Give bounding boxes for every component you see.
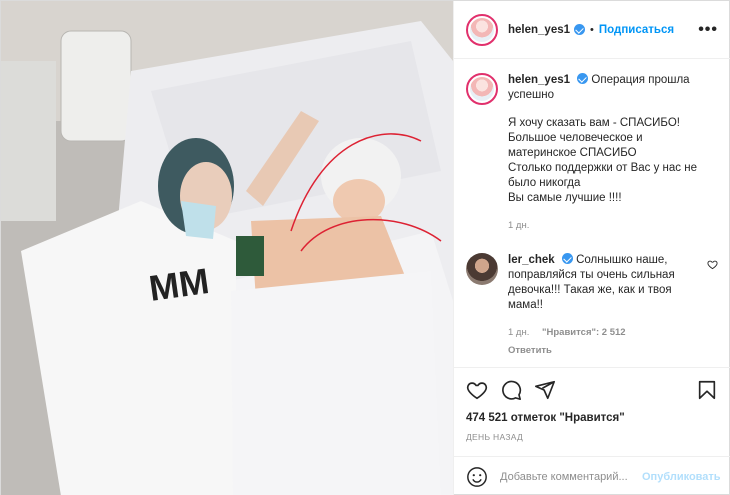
verified-icon bbox=[577, 73, 589, 84]
comment-input[interactable] bbox=[500, 470, 642, 483]
more-options-icon[interactable]: ••• bbox=[698, 21, 718, 39]
caption-line: Большое человеческое и материнское СПАСИ… bbox=[508, 132, 643, 159]
comment-likes[interactable]: "Нравится": 2 512 bbox=[542, 327, 626, 338]
reply-button[interactable]: Ответить bbox=[508, 343, 703, 358]
comment-item: ler_chek Солнышко наше, поправляйся ты о… bbox=[466, 253, 718, 358]
action-icons bbox=[466, 376, 718, 404]
caption-time[interactable]: 1 дн. bbox=[508, 220, 529, 231]
comment-time[interactable]: 1 дн. bbox=[508, 327, 529, 338]
share-icon[interactable] bbox=[534, 379, 556, 401]
caption-line: Столько поддержки от Вас у нас не было н… bbox=[508, 162, 697, 189]
verified-icon bbox=[574, 24, 586, 35]
comment-icon[interactable] bbox=[500, 379, 522, 401]
post-date[interactable]: День назад bbox=[466, 432, 718, 442]
comment-meta: 1 дн. "Нравится": 2 512 bbox=[508, 325, 703, 340]
caption-meta: 1 дн. bbox=[508, 218, 713, 233]
publish-button[interactable]: Опубликовать bbox=[642, 471, 721, 483]
post-header: helen_yes1 • Подписаться ••• bbox=[454, 1, 730, 59]
author-username[interactable]: helen_yes1 bbox=[508, 24, 570, 36]
photo-illustration: MM bbox=[1, 1, 453, 495]
caption-username[interactable]: helen_yes1 bbox=[508, 74, 570, 86]
post-photo[interactable]: MM bbox=[1, 1, 453, 495]
caption-line: Вы самые лучшие !!!! bbox=[508, 192, 622, 204]
heart-small-icon[interactable] bbox=[707, 259, 718, 270]
save-icon[interactable] bbox=[696, 379, 718, 401]
caption-avatar[interactable] bbox=[466, 73, 498, 105]
like-icon[interactable] bbox=[466, 379, 488, 401]
verified-icon bbox=[561, 253, 573, 264]
comments-list: helen_yes1 Операция прошла успешно Я хоч… bbox=[454, 59, 730, 367]
caption-text: Я хочу сказать вам - СПАСИБО! Большое че… bbox=[508, 116, 713, 206]
separator-dot: • bbox=[590, 23, 594, 36]
caption-line: Я хочу сказать вам - СПАСИБО! bbox=[508, 117, 680, 129]
caption: helen_yes1 Операция прошла успешно Я хоч… bbox=[466, 73, 718, 233]
svg-text:MM: MM bbox=[146, 260, 211, 309]
emoji-icon[interactable] bbox=[466, 466, 488, 488]
commenter-avatar[interactable] bbox=[466, 253, 498, 285]
comment-username[interactable]: ler_chek bbox=[508, 254, 555, 266]
add-comment-bar: Опубликовать bbox=[454, 456, 730, 495]
post-sidebar: helen_yes1 • Подписаться ••• helen_yes1 … bbox=[453, 1, 730, 495]
follow-button[interactable]: Подписаться bbox=[599, 24, 674, 36]
author-avatar[interactable] bbox=[466, 13, 498, 46]
action-bar: 474 521 отметок "Нравится" День назад bbox=[454, 367, 730, 442]
likes-count[interactable]: 474 521 отметок "Нравится" bbox=[466, 412, 718, 424]
instagram-post: MM helen_yes1 • Подписаться ••• helen_ye… bbox=[0, 0, 730, 495]
